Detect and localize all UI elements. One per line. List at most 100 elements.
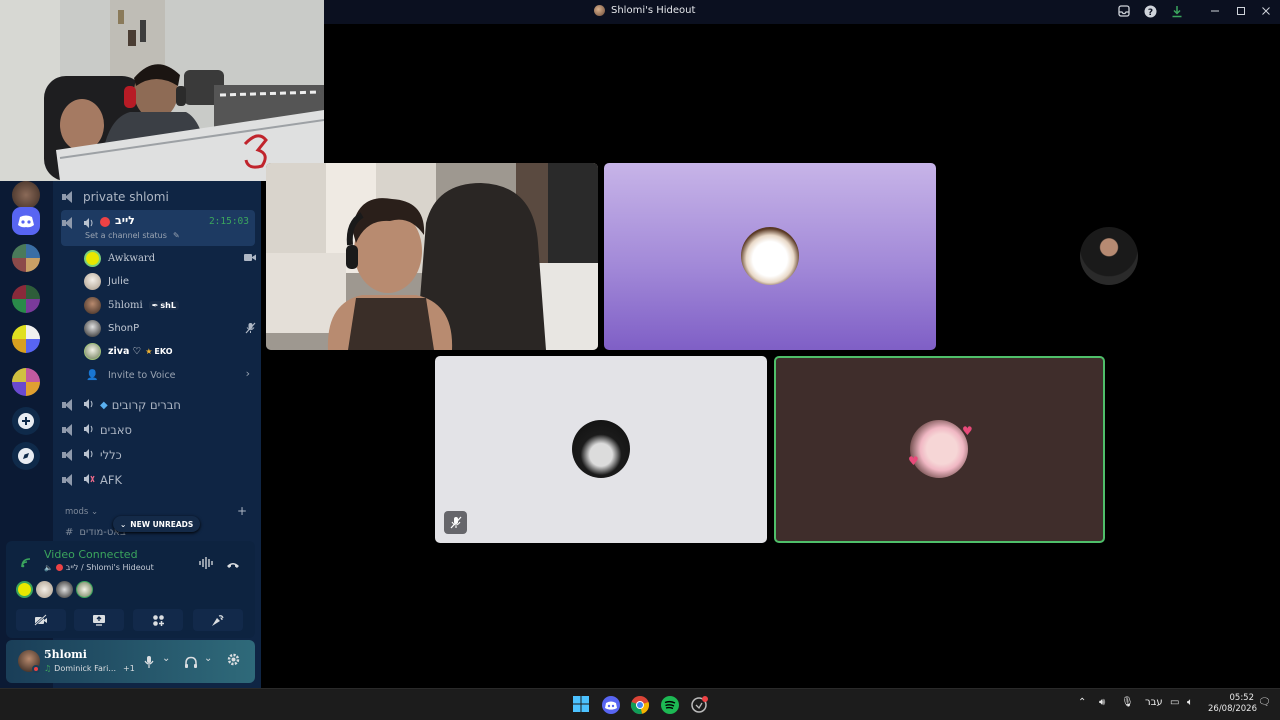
video-tile-camera[interactable]: [266, 163, 598, 350]
server-folder-2[interactable]: [12, 285, 40, 313]
invite-label: Invite to Voice: [108, 369, 176, 381]
voice-member-shonp[interactable]: ShonP: [84, 318, 256, 338]
speaker-icon[interactable]: 🔈︎: [1187, 697, 1193, 708]
activity: ♫ Dominick Fari... +1: [44, 664, 135, 673]
username[interactable]: 5hlomi: [44, 648, 87, 661]
live-timer: 2:15:03: [208, 216, 249, 227]
speaker-icon: [61, 191, 75, 203]
video-tile-grey[interactable]: [435, 356, 767, 543]
speaker-icon: [61, 449, 75, 461]
camera-icon: [244, 253, 256, 265]
invite-to-voice[interactable]: 👤 Invite to Voice ›: [84, 365, 256, 385]
avatar[interactable]: [36, 581, 53, 598]
member-name: 5hlomi: [108, 299, 143, 311]
channel-status-placeholder[interactable]: Set a channel status: [85, 231, 167, 240]
speaker-icon: 🔈: [44, 563, 53, 572]
server-folder-1[interactable]: [12, 244, 40, 272]
member-tag-text: EKO: [154, 346, 173, 356]
clock[interactable]: 05:52 26/08/2026: [1208, 693, 1257, 715]
video-tile-dark[interactable]: [942, 163, 1280, 350]
channel-general[interactable]: כללי: [61, 444, 255, 466]
chevron-down-icon[interactable]: ⌄: [162, 653, 170, 664]
channel-close-friends[interactable]: ◆ חברים קרובים: [61, 394, 255, 416]
activity-extra-count: +1: [123, 664, 135, 673]
mute-icon: [245, 322, 256, 337]
avatar[interactable]: [16, 581, 33, 598]
maximize-icon[interactable]: [1234, 5, 1248, 19]
pen-icon: ✒: [151, 300, 159, 310]
soundboard-icon: [212, 614, 224, 626]
minimize-icon[interactable]: [1208, 5, 1222, 19]
video-tile-speaking[interactable]: ♥ ♥: [774, 356, 1105, 543]
channel-private-shlomi[interactable]: private shlomi: [61, 186, 255, 208]
discord-window: Shlomi's Hideout ? private shlomi לייב 2…: [0, 0, 1280, 720]
voice-location-text: לייב / Shlomi's Hideout: [65, 563, 154, 572]
channel-afk[interactable]: AFK: [61, 469, 255, 491]
input-language[interactable]: עבר: [1145, 697, 1163, 708]
member-tag: ★ EKO: [145, 347, 172, 356]
speaker-icon: [61, 474, 75, 486]
avatar: [84, 249, 101, 267]
headphones-icon[interactable]: [184, 654, 198, 673]
star-icon: ★: [145, 346, 153, 356]
edit-pencil-icon[interactable]: ✎: [173, 231, 180, 240]
new-unreads-label: NEW UNREADS: [130, 519, 194, 529]
channel-name: סאבים: [100, 423, 133, 437]
avatar[interactable]: [76, 581, 93, 598]
category-mods[interactable]: mods ⌄: [65, 507, 98, 517]
live-channel-name: לייב: [115, 214, 135, 227]
microphone-icon[interactable]: 🎙︎: [1121, 697, 1134, 708]
music-icon: ♫: [44, 664, 52, 673]
network-icon[interactable]: ▭: [1170, 697, 1179, 708]
camera-off-button[interactable]: [16, 609, 66, 631]
voice-status: Video Connected: [44, 548, 138, 561]
video-tile-puppy[interactable]: [604, 163, 936, 350]
close-icon[interactable]: [1259, 5, 1273, 19]
microphone-icon[interactable]: [144, 654, 154, 673]
connection-signal-icon: [20, 554, 34, 573]
server-avatar[interactable]: [12, 181, 40, 209]
inbox-icon[interactable]: [1117, 5, 1131, 19]
spotify-app-icon[interactable]: [660, 695, 680, 715]
chevron-down-icon[interactable]: ⌄: [204, 653, 212, 664]
server-folder-4[interactable]: [12, 368, 40, 396]
direct-messages-icon[interactable]: [12, 207, 40, 235]
screen-share-button[interactable]: [74, 609, 124, 631]
voice-location[interactable]: 🔈 לייב / Shlomi's Hideout: [44, 563, 154, 572]
screen-share-icon: [93, 615, 105, 626]
noise-suppression-icon[interactable]: [199, 554, 213, 573]
new-unreads-pill[interactable]: ⌄ NEW UNREADS: [113, 516, 201, 532]
live-indicator-icon: [55, 564, 63, 571]
add-server-icon[interactable]: [12, 407, 40, 435]
server-folder-3[interactable]: [12, 325, 40, 353]
channel-subs[interactable]: סאבים: [61, 419, 255, 441]
voice-member-ziva[interactable]: ziva ♡ ★ EKO: [84, 341, 256, 361]
add-channel-icon[interactable]: +: [237, 504, 247, 518]
camera-feed: [266, 163, 598, 350]
voice-connection-panel: Video Connected 🔈 לייב / Shlomi's Hideou…: [6, 541, 255, 638]
voice-member-awkward[interactable]: Awkward: [84, 248, 256, 268]
download-icon[interactable]: [1170, 5, 1184, 19]
discord-app-icon[interactable]: [601, 695, 621, 715]
activities-button[interactable]: [133, 609, 183, 631]
voice-member-5hlomi[interactable]: 5hlomi ✒ shL: [84, 295, 256, 315]
notification-center-icon[interactable]: 🗨︎: [1258, 697, 1271, 708]
disconnect-icon[interactable]: [226, 555, 240, 574]
avatar: [84, 342, 101, 360]
settings-gear-icon[interactable]: [226, 652, 241, 671]
help-icon[interactable]: ?: [1143, 5, 1157, 19]
windows-start-icon[interactable]: [572, 695, 592, 715]
app-with-notification-icon[interactable]: [689, 695, 709, 715]
mic-muted-icon: [450, 516, 461, 529]
discover-icon[interactable]: [12, 442, 40, 470]
soundboard-button[interactable]: [193, 609, 243, 631]
voice-muted-icon: [83, 473, 95, 487]
volume-icon[interactable]: 🔊︎: [1099, 697, 1105, 708]
show-hidden-icons[interactable]: ⌃: [1078, 697, 1086, 708]
os-taskbar: ⌃ 🔊︎ 🎙︎ עבר ▭ 🔈︎ 05:52 26/08/2026 🗨︎: [0, 688, 1280, 720]
voice-member-julie[interactable]: Julie: [84, 271, 256, 291]
chrome-app-icon[interactable]: [630, 695, 650, 715]
avatar[interactable]: [56, 581, 73, 598]
channel-name: חברים קרובים: [111, 398, 181, 412]
channel-live[interactable]: לייב 2:15:03 Set a channel status ✎: [61, 210, 255, 246]
